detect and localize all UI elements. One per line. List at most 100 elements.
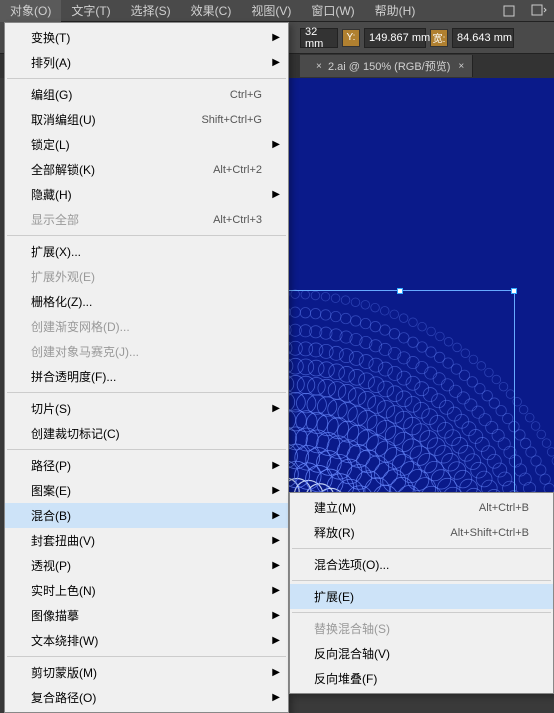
submenu-separator <box>292 548 551 549</box>
submenu-arrow-icon: ▶ <box>272 57 280 68</box>
submenu-item-1[interactable]: 释放(R)Alt+Shift+Ctrl+B <box>290 520 553 545</box>
submenu-item-label: 混合选项(O)... <box>314 556 529 573</box>
menu-item-label: 扩展(X)... <box>31 243 262 260</box>
menu-separator <box>7 449 286 450</box>
menu-select[interactable]: 选择(S) <box>121 0 181 22</box>
menu-item-18[interactable]: 创建裁切标记(C) <box>5 421 288 446</box>
menu-item-label: 隐藏(H) <box>31 186 262 203</box>
object-menu-popup: 变换(T)▶排列(A)▶编组(G)Ctrl+G取消编组(U)Shift+Ctrl… <box>4 22 289 713</box>
w-label: 宽: <box>430 29 448 47</box>
menu-type[interactable]: 文字(T) <box>61 0 120 22</box>
menu-item-26[interactable]: 图像描摹▶ <box>5 603 288 628</box>
menu-item-label: 剪切蒙版(M) <box>31 664 262 681</box>
menubar: 对象(O) 文字(T) 选择(S) 效果(C) 视图(V) 窗口(W) 帮助(H… <box>0 0 554 22</box>
submenu-item-label: 建立(M) <box>314 499 479 516</box>
menu-item-label: 拼合透明度(F)... <box>31 368 262 385</box>
menu-object[interactable]: 对象(O) <box>0 0 61 22</box>
menu-separator <box>7 392 286 393</box>
menu-item-label: 图案(E) <box>31 482 262 499</box>
menu-item-label: 文本绕排(W) <box>31 632 262 649</box>
menu-item-label: 取消编组(U) <box>31 111 201 128</box>
menu-item-24[interactable]: 透视(P) ▶ <box>5 553 288 578</box>
menu-item-label: 扩展外观(E) <box>31 268 262 285</box>
menu-item-label: 创建裁切标记(C) <box>31 425 262 442</box>
menu-item-shortcut: Ctrl+G <box>230 89 262 101</box>
menu-item-7[interactable]: 隐藏(H)▶ <box>5 182 288 207</box>
menu-item-label: 封套扭曲(V) <box>31 532 262 549</box>
doc-setup-icon[interactable] <box>498 2 520 20</box>
submenu-arrow-icon: ▶ <box>272 635 280 646</box>
prev-tab-close-icon[interactable]: × <box>316 61 322 72</box>
submenu-item-label: 反向堆叠(F) <box>314 670 529 687</box>
submenu-item-7: 替换混合轴(S) <box>290 616 553 641</box>
menu-item-15[interactable]: 拼合透明度(F)... <box>5 364 288 389</box>
menu-help[interactable]: 帮助(H) <box>365 0 426 22</box>
submenu-item-label: 替换混合轴(S) <box>314 620 529 637</box>
menu-item-23[interactable]: 封套扭曲(V) ▶ <box>5 528 288 553</box>
handle-n[interactable] <box>397 288 403 294</box>
menu-item-20[interactable]: 路径(P)▶ <box>5 453 288 478</box>
y-field[interactable]: 149.867 mm <box>364 28 426 48</box>
menu-item-27[interactable]: 文本绕排(W) ▶ <box>5 628 288 653</box>
menu-item-label: 变换(T) <box>31 29 262 46</box>
menu-item-4[interactable]: 取消编组(U)Shift+Ctrl+G <box>5 107 288 132</box>
menu-item-label: 显示全部 <box>31 211 213 228</box>
submenu-arrow-icon: ▶ <box>272 139 280 150</box>
menu-separator <box>7 235 286 236</box>
menu-item-6[interactable]: 全部解锁(K)Alt+Ctrl+2 <box>5 157 288 182</box>
submenu-arrow-icon: ▶ <box>272 460 280 471</box>
selection-bounds <box>285 290 515 520</box>
menu-item-29[interactable]: 剪切蒙版(M)▶ <box>5 660 288 685</box>
menu-item-shortcut: Shift+Ctrl+G <box>201 114 262 126</box>
submenu-arrow-icon: ▶ <box>272 510 280 521</box>
menu-item-22[interactable]: 混合(B) ▶ <box>5 503 288 528</box>
menu-item-shortcut: Alt+Ctrl+2 <box>213 164 262 176</box>
submenu-item-9[interactable]: 反向堆叠(F) <box>290 666 553 691</box>
menu-item-30[interactable]: 复合路径(O)▶ <box>5 685 288 710</box>
handle-ne[interactable] <box>511 288 517 294</box>
menu-item-label: 锁定(L) <box>31 136 262 153</box>
menu-item-0[interactable]: 变换(T) ▶ <box>5 25 288 50</box>
document-tab[interactable]: × 2.ai @ 150% (RGB/预览) × <box>300 55 473 77</box>
w-field[interactable]: 84.643 mm <box>452 28 514 48</box>
arrange-icon[interactable] <box>528 2 550 20</box>
menu-item-label: 编组(G) <box>31 86 230 103</box>
menu-item-14: 创建对象马赛克(J)... <box>5 339 288 364</box>
submenu-item-label: 扩展(E) <box>314 588 529 605</box>
menu-window[interactable]: 窗口(W) <box>301 0 364 22</box>
menu-item-5[interactable]: 锁定(L) ▶ <box>5 132 288 157</box>
trunc-field[interactable]: 32 mm <box>300 28 338 48</box>
menu-item-1[interactable]: 排列(A)▶ <box>5 50 288 75</box>
menu-item-label: 混合(B) <box>31 507 262 524</box>
menu-item-25[interactable]: 实时上色(N)▶ <box>5 578 288 603</box>
menu-separator <box>7 656 286 657</box>
submenu-arrow-icon: ▶ <box>272 610 280 621</box>
tab-title: 2.ai @ 150% (RGB/预览) <box>328 58 450 74</box>
menu-item-label: 栅格化(Z)... <box>31 293 262 310</box>
menu-item-10[interactable]: 扩展(X)... <box>5 239 288 264</box>
submenu-item-5[interactable]: 扩展(E) <box>290 584 553 609</box>
submenu-arrow-icon: ▶ <box>272 403 280 414</box>
menu-item-12[interactable]: 栅格化(Z)... <box>5 289 288 314</box>
menu-separator <box>7 78 286 79</box>
menu-item-17[interactable]: 切片(S)▶ <box>5 396 288 421</box>
menu-item-21[interactable]: 图案(E)▶ <box>5 478 288 503</box>
tab-close-icon[interactable]: × <box>458 61 464 72</box>
submenu-item-8[interactable]: 反向混合轴(V) <box>290 641 553 666</box>
menu-item-3[interactable]: 编组(G)Ctrl+G <box>5 82 288 107</box>
submenu-item-label: 反向混合轴(V) <box>314 645 529 662</box>
submenu-arrow-icon: ▶ <box>272 32 280 43</box>
menu-effect[interactable]: 效果(C) <box>181 0 242 22</box>
menu-item-label: 透视(P) <box>31 557 262 574</box>
blend-submenu-popup: 建立(M)Alt+Ctrl+B释放(R)Alt+Shift+Ctrl+B 混合选项… <box>289 492 554 694</box>
submenu-separator <box>292 580 551 581</box>
menu-item-label: 创建对象马赛克(J)... <box>31 343 262 360</box>
submenu-item-3[interactable]: 混合选项(O)... <box>290 552 553 577</box>
submenu-arrow-icon: ▶ <box>272 535 280 546</box>
menu-item-shortcut: Alt+Ctrl+3 <box>213 214 262 226</box>
submenu-arrow-icon: ▶ <box>272 560 280 571</box>
menu-item-8: 显示全部Alt+Ctrl+3 <box>5 207 288 232</box>
menu-view[interactable]: 视图(V) <box>241 0 301 22</box>
submenu-item-label: 释放(R) <box>314 524 450 541</box>
submenu-item-0[interactable]: 建立(M)Alt+Ctrl+B <box>290 495 553 520</box>
